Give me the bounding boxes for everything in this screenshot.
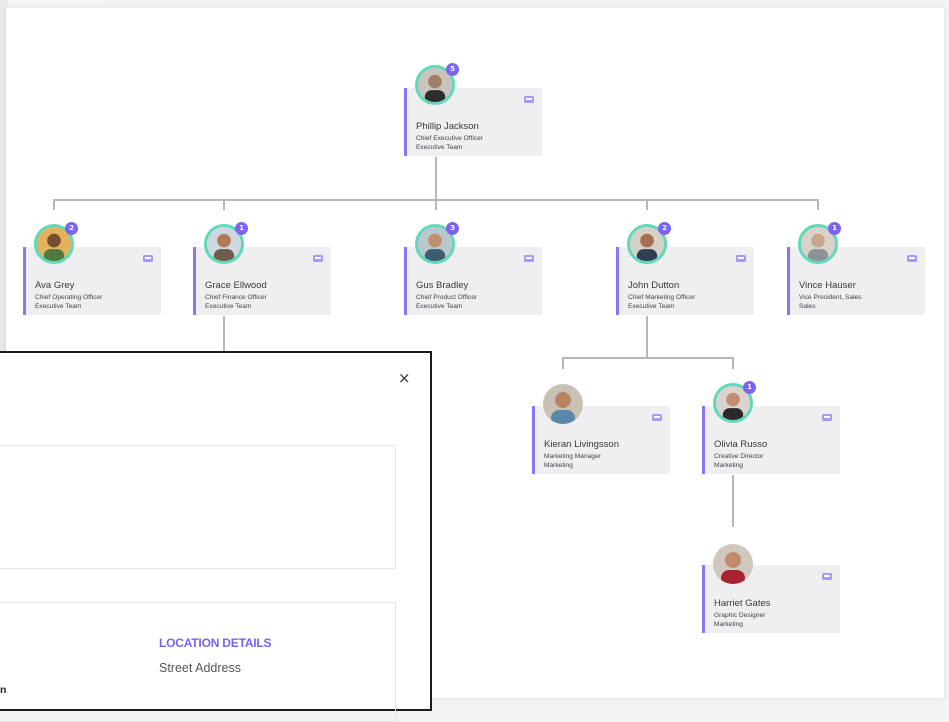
person-name: Vince Hauser <box>799 280 856 291</box>
connector-line <box>562 357 564 369</box>
person-title: Chief Marketing Officer <box>628 294 696 301</box>
connector-line <box>435 199 437 210</box>
truncated-label: n <box>0 684 7 696</box>
avatar[interactable] <box>713 544 753 584</box>
close-icon[interactable]: × <box>398 369 411 387</box>
contact-card-icon[interactable] <box>524 96 534 103</box>
report-count-badge: 2 <box>658 222 671 235</box>
person-department: Executive Team <box>205 302 252 310</box>
person-name: Phillip Jackson <box>416 121 479 132</box>
report-count-badge: 3 <box>446 222 459 235</box>
person-name: Grace Ellwood <box>205 280 267 291</box>
person-title: Marketing Manager <box>544 453 601 460</box>
person-department: Executive Team <box>416 302 463 310</box>
person-title: Vice President, Sales <box>799 294 862 301</box>
contact-card-icon[interactable] <box>313 255 323 262</box>
person-department: Marketing <box>714 461 743 469</box>
connector-line <box>223 316 225 356</box>
person-name: John Dutton <box>628 280 680 291</box>
connector-line <box>223 199 225 210</box>
contact-card-icon[interactable] <box>822 414 832 421</box>
profile-modal: × LOCATION DETAILS Street Address n <box>0 351 432 722</box>
person-department: Marketing <box>714 620 743 628</box>
person-name: Ava Grey <box>35 280 75 291</box>
connector-line <box>562 357 733 359</box>
person-name: Olivia Russo <box>714 439 768 450</box>
report-count-badge: 2 <box>65 222 78 235</box>
person-name: Gus Bradley <box>416 280 469 291</box>
person-department: Executive Team <box>628 302 675 310</box>
connector-line <box>435 157 437 200</box>
connector-line <box>53 199 55 210</box>
contact-card-icon[interactable] <box>652 414 662 421</box>
connector-line <box>646 316 648 358</box>
person-department: Marketing <box>544 461 573 469</box>
contact-card-icon[interactable] <box>143 255 153 262</box>
person-title: Chief Finance Officer <box>205 294 267 301</box>
contact-card-icon[interactable] <box>524 255 534 262</box>
connector-line <box>732 357 734 369</box>
contact-card-icon[interactable] <box>822 573 832 580</box>
street-address-label: Street Address <box>159 661 241 675</box>
person-department: Sales <box>799 302 816 310</box>
report-count-badge: 1 <box>235 222 248 235</box>
report-count-badge: 1 <box>743 381 756 394</box>
person-name: Harriet Gates <box>714 598 771 609</box>
person-title: Chief Operating Officer <box>35 294 103 301</box>
person-name: Kieran Livingsson <box>544 439 619 450</box>
modal-section <box>0 445 396 569</box>
report-count-badge: 5 <box>446 63 459 76</box>
connector-line <box>732 475 734 527</box>
connector-line <box>817 199 819 210</box>
avatar[interactable] <box>543 384 583 424</box>
contact-card-icon[interactable] <box>907 255 917 262</box>
report-count-badge: 1 <box>828 222 841 235</box>
person-department: Executive Team <box>416 143 463 151</box>
person-title: Graphic Designer <box>714 612 766 619</box>
location-details-heading: LOCATION DETAILS <box>159 636 272 650</box>
person-title: Chief Product Officer <box>416 294 478 301</box>
connector-line <box>646 199 648 210</box>
person-department: Executive Team <box>35 302 82 310</box>
person-title: Chief Executive Officer <box>416 135 483 142</box>
person-title: Creative Director <box>714 453 764 460</box>
contact-card-icon[interactable] <box>736 255 746 262</box>
